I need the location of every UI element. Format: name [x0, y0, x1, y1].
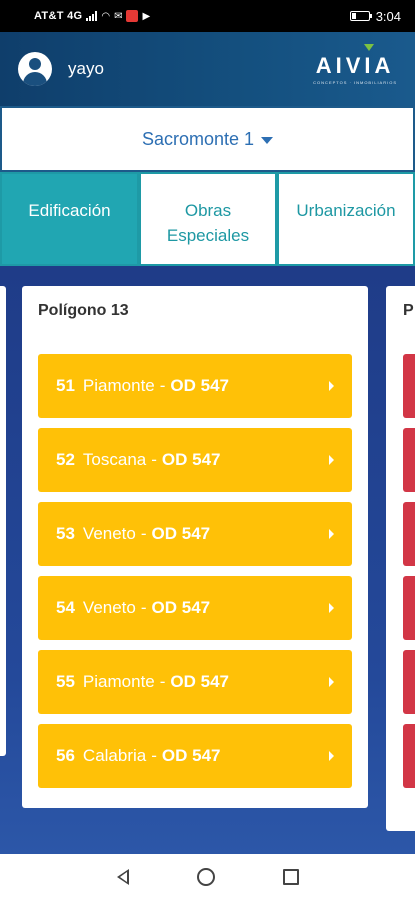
lot-code: OD 547 [161, 450, 221, 469]
home-icon[interactable] [196, 868, 215, 886]
project-selector[interactable]: Sacromonte 1 [0, 106, 415, 172]
lot-separator: - [140, 524, 147, 543]
clock: 3:04 [375, 8, 401, 24]
chevron-right-icon [329, 529, 334, 539]
lot-name: Veneto [82, 524, 136, 543]
lot-name: Calabria [82, 746, 147, 765]
lot-separator: - [159, 376, 166, 395]
tab-obras-especiales[interactable]: Obras Especiales [139, 172, 277, 266]
lot-separator: - [151, 450, 157, 469]
polygon-card: Polígono 13 51 Piamonte - OD 547 52 Tosc… [22, 286, 368, 808]
app-header: yayo AIVIA CONCEPTOS · INMOBILIARIOS [0, 32, 415, 106]
lot-separator: - [140, 598, 147, 617]
lot-code: OD 547 [161, 746, 221, 765]
lot-separator: - [151, 746, 157, 765]
lot-code: OD 547 [170, 376, 230, 395]
logo-text: AIVIA [315, 53, 395, 78]
next-card[interactable]: P [386, 286, 415, 831]
lot-item[interactable]: 56 Calabria - OD 547 [38, 724, 352, 788]
next-card-item[interactable] [403, 576, 415, 640]
tab-label: Urbanización [296, 201, 396, 220]
chevron-right-icon [329, 381, 334, 391]
lot-code: OD 547 [151, 598, 211, 617]
lot-number: 53 [56, 524, 75, 543]
battery-icon [349, 11, 372, 21]
chevron-right-icon [329, 603, 334, 613]
user-avatar-icon[interactable] [18, 52, 52, 86]
status-bar: AT&T 4G ◠ ✉ ▶ 3:04 [0, 0, 415, 32]
brand-logo: AIVIA CONCEPTOS · INMOBILIARIOS [313, 44, 397, 85]
project-selector-value: Sacromonte 1 [141, 128, 255, 149]
main-carousel[interactable]: Polígono 13 51 Piamonte - OD 547 52 Tosc… [0, 266, 415, 854]
lot-name: Piamonte [82, 672, 155, 691]
category-tabs: Edificación Obras Especiales Urbanizació… [0, 172, 415, 266]
lot-item[interactable]: 54 Veneto - OD 547 [38, 576, 352, 640]
media-icon: ▶ [142, 10, 151, 22]
lot-number: 51 [56, 376, 75, 395]
username: yayo [68, 59, 104, 78]
lot-number: 52 [56, 450, 75, 469]
next-card-item[interactable] [403, 354, 415, 418]
lot-number: 55 [56, 672, 75, 691]
chevron-right-icon [329, 751, 334, 761]
lot-name: Piamonte [82, 376, 155, 395]
app-notification-icon [126, 10, 139, 22]
chevron-right-icon [329, 455, 334, 465]
lot-name: Veneto [82, 598, 136, 617]
lot-item[interactable]: 51 Piamonte - OD 547 [38, 354, 352, 418]
next-card-item[interactable] [403, 650, 415, 714]
next-card-item[interactable] [403, 502, 415, 566]
lot-item[interactable]: 53 Veneto - OD 547 [38, 502, 352, 566]
notification-icon: ✉ [114, 10, 123, 22]
tab-urbanizacion[interactable]: Urbanización [277, 172, 415, 266]
system-nav-bar [0, 854, 415, 900]
lot-number: 54 [56, 598, 75, 617]
recent-apps-icon[interactable] [282, 869, 299, 885]
tab-edificacion[interactable]: Edificación [0, 172, 139, 266]
lot-code: OD 547 [151, 524, 211, 543]
card-title: Polígono 13 [38, 302, 129, 319]
next-card-item[interactable] [403, 724, 415, 788]
lot-item[interactable]: 52 Toscana - OD 547 [38, 428, 352, 492]
lot-code: OD 547 [170, 672, 230, 691]
carrier-label: AT&T 4G [34, 10, 83, 22]
previous-card[interactable] [0, 286, 6, 756]
tab-label: Obras Especiales [166, 201, 250, 245]
wifi-icon: ◠ [101, 10, 111, 22]
next-card-title: P [403, 302, 414, 319]
caret-down-icon [261, 136, 274, 144]
lot-name: Toscana [82, 450, 147, 469]
signal-icon [86, 11, 98, 21]
lot-item[interactable]: 55 Piamonte - OD 547 [38, 650, 352, 714]
lot-number: 56 [56, 746, 75, 765]
chevron-right-icon [329, 677, 334, 687]
lot-separator: - [159, 672, 166, 691]
tab-label: Edificación [28, 201, 111, 220]
logo-tagline: CONCEPTOS · INMOBILIARIOS [313, 80, 397, 85]
next-card-item[interactable] [403, 428, 415, 492]
back-icon[interactable] [116, 869, 129, 885]
